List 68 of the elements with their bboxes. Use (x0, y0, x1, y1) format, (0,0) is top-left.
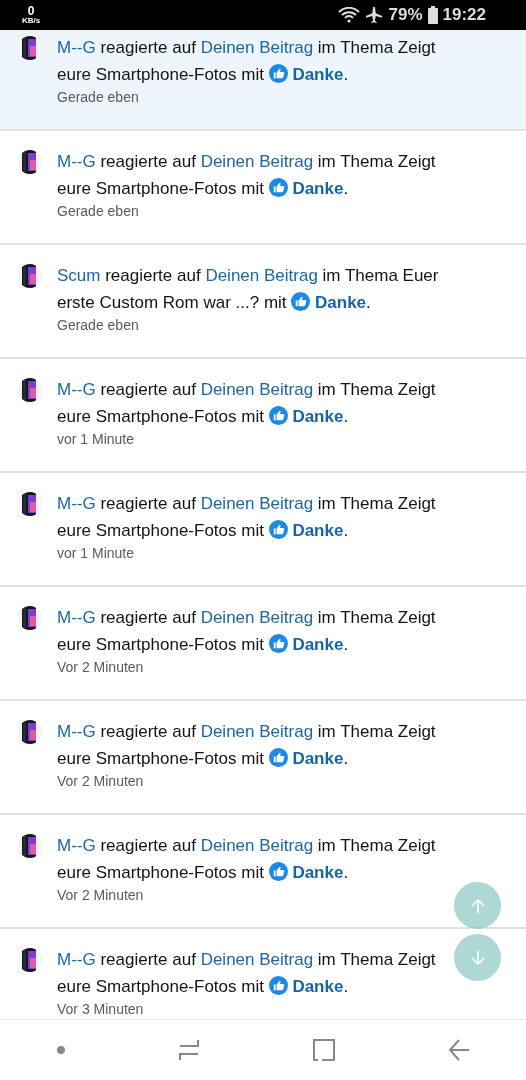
speed-unit: KB/s (22, 17, 41, 25)
notification-text: M--G reagierte auf Deinen Beitrag im Thema Zeigt eure Smartphone-Fotos mit Danke. (57, 37, 437, 86)
post-link[interactable]: Deinen Beitrag (200, 152, 314, 171)
notification-text: M--G reagierte auf Deinen Beitrag im Thema Zeigt eure Smartphone-Fotos mit Danke. (57, 835, 437, 884)
timestamp: Vor 2 Minuten (57, 659, 145, 675)
post-link[interactable]: Deinen Beitrag (200, 38, 314, 57)
timestamp: Vor 2 Minuten (57, 887, 145, 903)
notification-text: M--G reagierte auf Deinen Beitrag im Thema Zeigt eure Smartphone-Fotos mit Danke. (57, 151, 437, 200)
airplane-icon (365, 6, 384, 24)
post-link[interactable]: Deinen Beitrag (200, 608, 314, 627)
timestamp: vor 1 Minute (57, 431, 136, 447)
reaction-label: Danke (292, 863, 344, 882)
notification-text: M--G reagierte auf Deinen Beitrag im Thema Zeigt eure Smartphone-Fotos mit Danke. (57, 949, 437, 998)
clock: 19:22 (442, 5, 486, 25)
wifi-icon (338, 7, 361, 23)
timestamp: Vor 2 Minuten (57, 773, 145, 789)
post-link[interactable]: Deinen Beitrag (200, 380, 314, 399)
timestamp: Gerade eben (57, 203, 140, 219)
reaction-label: Danke (292, 407, 344, 426)
user-link[interactable]: Scum (57, 266, 101, 285)
notification-text: Scum reagierte auf Deinen Beitrag im Thema Euer erste Custom Rom war ...? mit Danke. (57, 265, 440, 314)
reaction-label: Danke (292, 977, 344, 996)
post-link[interactable]: Deinen Beitrag (200, 494, 314, 513)
post-link[interactable]: Deinen Beitrag (200, 836, 314, 855)
recents-icon[interactable] (177, 1039, 200, 1061)
thumbs-up-icon (268, 178, 288, 197)
timestamp: Gerade eben (57, 89, 140, 105)
user-link[interactable]: M--G (57, 608, 96, 627)
user-link[interactable]: M--G (57, 380, 96, 399)
thumbs-up-icon (268, 976, 288, 995)
arrow-up-icon (469, 897, 486, 914)
user-link[interactable]: M--G (57, 494, 96, 513)
home-icon[interactable] (312, 1039, 335, 1061)
battery-percentage: 79% (388, 5, 423, 25)
user-link[interactable]: M--G (57, 38, 96, 57)
user-link[interactable]: M--G (57, 152, 96, 171)
timestamp: vor 1 Minute (57, 545, 136, 561)
thumbs-up-icon (268, 64, 288, 83)
thumbs-up-icon (268, 862, 288, 881)
user-link[interactable]: M--G (57, 836, 96, 855)
notification-text: M--G reagierte auf Deinen Beitrag im Thema Zeigt eure Smartphone-Fotos mit Danke. (57, 379, 437, 428)
reaction-label: Danke (292, 521, 344, 540)
user-link[interactable]: M--G (57, 950, 96, 969)
reaction-label: Danke (292, 65, 344, 84)
notification-text: M--G reagierte auf Deinen Beitrag im Thema Zeigt eure Smartphone-Fotos mit Danke. (57, 493, 437, 542)
post-link[interactable]: Deinen Beitrag (205, 266, 318, 285)
notification-item[interactable]: M--G reagierte auf Deinen Beitrag im Thema Zeigt eure Smartphone-Fotos mit Danke. Gerade eben (0, 30, 526, 131)
dot-icon[interactable] (56, 1046, 65, 1054)
thumbs-up-icon (268, 406, 288, 425)
timestamp: Gerade eben (57, 317, 140, 333)
thumbs-up-icon (268, 748, 288, 767)
thumbs-up-icon (268, 520, 288, 539)
timestamp: Vor 3 Minuten (57, 1001, 145, 1017)
reaction-label: Danke (292, 179, 344, 198)
reaction-label: Danke (315, 293, 367, 312)
user-link[interactable]: M--G (57, 722, 96, 741)
back-icon[interactable] (447, 1039, 470, 1061)
thumbs-up-icon (291, 292, 311, 311)
thumbs-up-icon (268, 634, 288, 653)
post-link[interactable]: Deinen Beitrag (200, 722, 314, 741)
notification-text: M--G reagierte auf Deinen Beitrag im Thema Zeigt eure Smartphone-Fotos mit Danke. (57, 607, 437, 656)
post-link[interactable]: Deinen Beitrag (200, 950, 314, 969)
reaction-label: Danke (292, 749, 344, 768)
reaction-label: Danke (292, 635, 344, 654)
battery-icon (427, 6, 438, 24)
network-speed: 0 (27, 5, 35, 17)
arrow-down-icon (469, 949, 486, 966)
notification-text: M--G reagierte auf Deinen Beitrag im Thema Zeigt eure Smartphone-Fotos mit Danke. (57, 721, 437, 770)
